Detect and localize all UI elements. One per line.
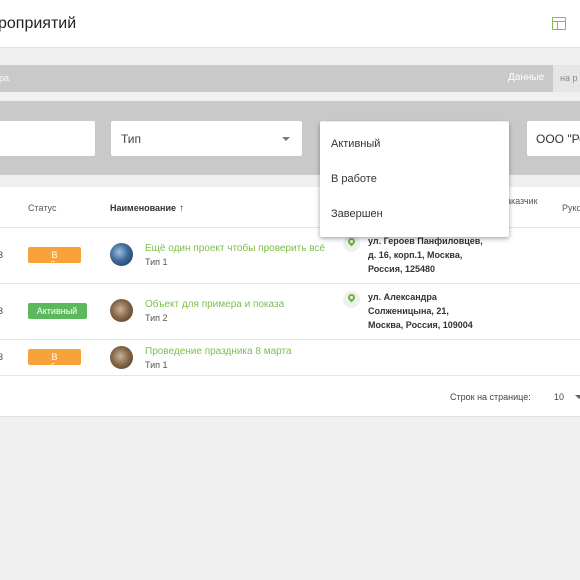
item-type: Тип 2 <box>145 313 168 323</box>
divider <box>0 283 580 284</box>
app-header: роприятий <box>0 0 580 48</box>
type-select-label: Тип <box>121 132 142 146</box>
item-type: Тип 1 <box>145 360 168 370</box>
tab-map[interactable]: на р <box>553 65 580 92</box>
menu-item-active[interactable]: Активный <box>331 138 380 150</box>
table-layout-icon[interactable] <box>552 17 566 30</box>
address: ул. Героев Панфиловцев, д. 16, корп.1, М… <box>368 234 483 276</box>
location-pin-icon[interactable] <box>343 235 360 252</box>
column-header-client[interactable]: аказчик <box>506 196 538 206</box>
view-tabs-bar: ра Данные на р <box>0 65 580 92</box>
column-header-manager[interactable]: Руко <box>562 203 580 213</box>
address-line: ул. Александра <box>368 292 437 302</box>
type-select[interactable]: Тип <box>111 121 302 156</box>
address-line: Солженицына, 21, <box>368 306 449 316</box>
tab-data[interactable]: Данные <box>508 72 544 83</box>
status-dropdown-menu: Активный В работе Завершен <box>320 122 509 237</box>
location-pin-icon[interactable] <box>343 291 360 308</box>
chevron-down-icon[interactable] <box>575 395 580 399</box>
address-line: Россия, 125480 <box>368 264 435 274</box>
item-type: Тип 1 <box>145 257 168 267</box>
row-id: 3 <box>0 306 4 316</box>
address: ул. Александра Солженицына, 21, Москва, … <box>368 290 473 332</box>
menu-item-in-work[interactable]: В работе <box>331 173 377 185</box>
item-name-link[interactable]: Объект для примера и показа <box>145 299 284 310</box>
address-line: Москва, Россия, 109004 <box>368 320 473 330</box>
rows-per-page-label: Строк на странице: <box>450 392 531 402</box>
divider <box>0 339 580 340</box>
page-title: роприятий <box>0 15 77 32</box>
row-id: 3 <box>0 352 4 362</box>
address-line: д. 16, корп.1, Москва, <box>368 250 463 260</box>
status-badge: В работе <box>28 349 81 372</box>
chevron-down-icon <box>282 137 290 141</box>
sort-up-icon: ↑ <box>179 203 185 214</box>
rows-per-page-select[interactable]: 10 <box>554 392 564 402</box>
client-select-value: ООО "Род <box>536 132 580 146</box>
row-id: 3 <box>0 250 4 260</box>
divider <box>0 375 580 376</box>
client-select[interactable]: ООО "Род <box>527 121 580 156</box>
column-header-name[interactable]: Наименование ↑ <box>110 203 184 214</box>
avatar <box>110 346 133 369</box>
item-name-link[interactable]: Ещё один проект чтобы проверить всё <box>145 243 325 254</box>
subbar-left-label: ра <box>0 73 10 83</box>
column-header-status[interactable]: Статус <box>28 203 56 213</box>
search-field[interactable] <box>0 121 95 156</box>
menu-item-completed[interactable]: Завершен <box>331 208 383 220</box>
item-name-link[interactable]: Проведение праздника 8 марта <box>145 346 292 357</box>
status-badge: В работе <box>28 247 81 270</box>
avatar <box>110 243 133 266</box>
avatar <box>110 299 133 322</box>
column-header-name-label: Наименование <box>110 203 177 213</box>
status-badge: Активный <box>28 303 87 319</box>
